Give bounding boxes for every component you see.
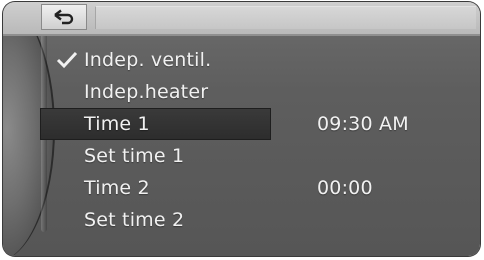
menu-item-label: Set time 2 [84, 209, 185, 231]
menu-item-label: Time 1 [84, 113, 150, 135]
back-button[interactable] [41, 4, 87, 30]
menu-item-label: Time 2 [84, 177, 150, 199]
idrive-screen: Indep. ventil. Indep.heater Time 1 09:30… [3, 2, 480, 256]
menu-item-indep-heater[interactable]: Indep.heater [3, 76, 480, 108]
checkmark-icon [55, 50, 79, 70]
back-arrow-icon [53, 9, 75, 25]
menu-item-time-2[interactable]: Time 2 00:00 [3, 172, 480, 204]
top-bar-title-area [95, 6, 476, 29]
selection-highlight [40, 108, 271, 140]
menu-item-set-time-1[interactable]: Set time 1 [3, 140, 480, 172]
menu-item-label: Indep.heater [84, 81, 209, 103]
menu-item-set-time-2[interactable]: Set time 2 [3, 204, 480, 236]
menu-item-label: Set time 1 [84, 145, 185, 167]
menu-item-value: 09:30 AM [317, 113, 409, 135]
menu-item-label: Indep. ventil. [84, 49, 212, 71]
top-bar [3, 2, 480, 36]
menu-item-time-1[interactable]: Time 1 09:30 AM [3, 108, 480, 140]
menu-list: Indep. ventil. Indep.heater Time 1 09:30… [3, 44, 480, 236]
menu-item-value: 00:00 [317, 177, 373, 199]
menu-item-indep-ventil[interactable]: Indep. ventil. [3, 44, 480, 76]
